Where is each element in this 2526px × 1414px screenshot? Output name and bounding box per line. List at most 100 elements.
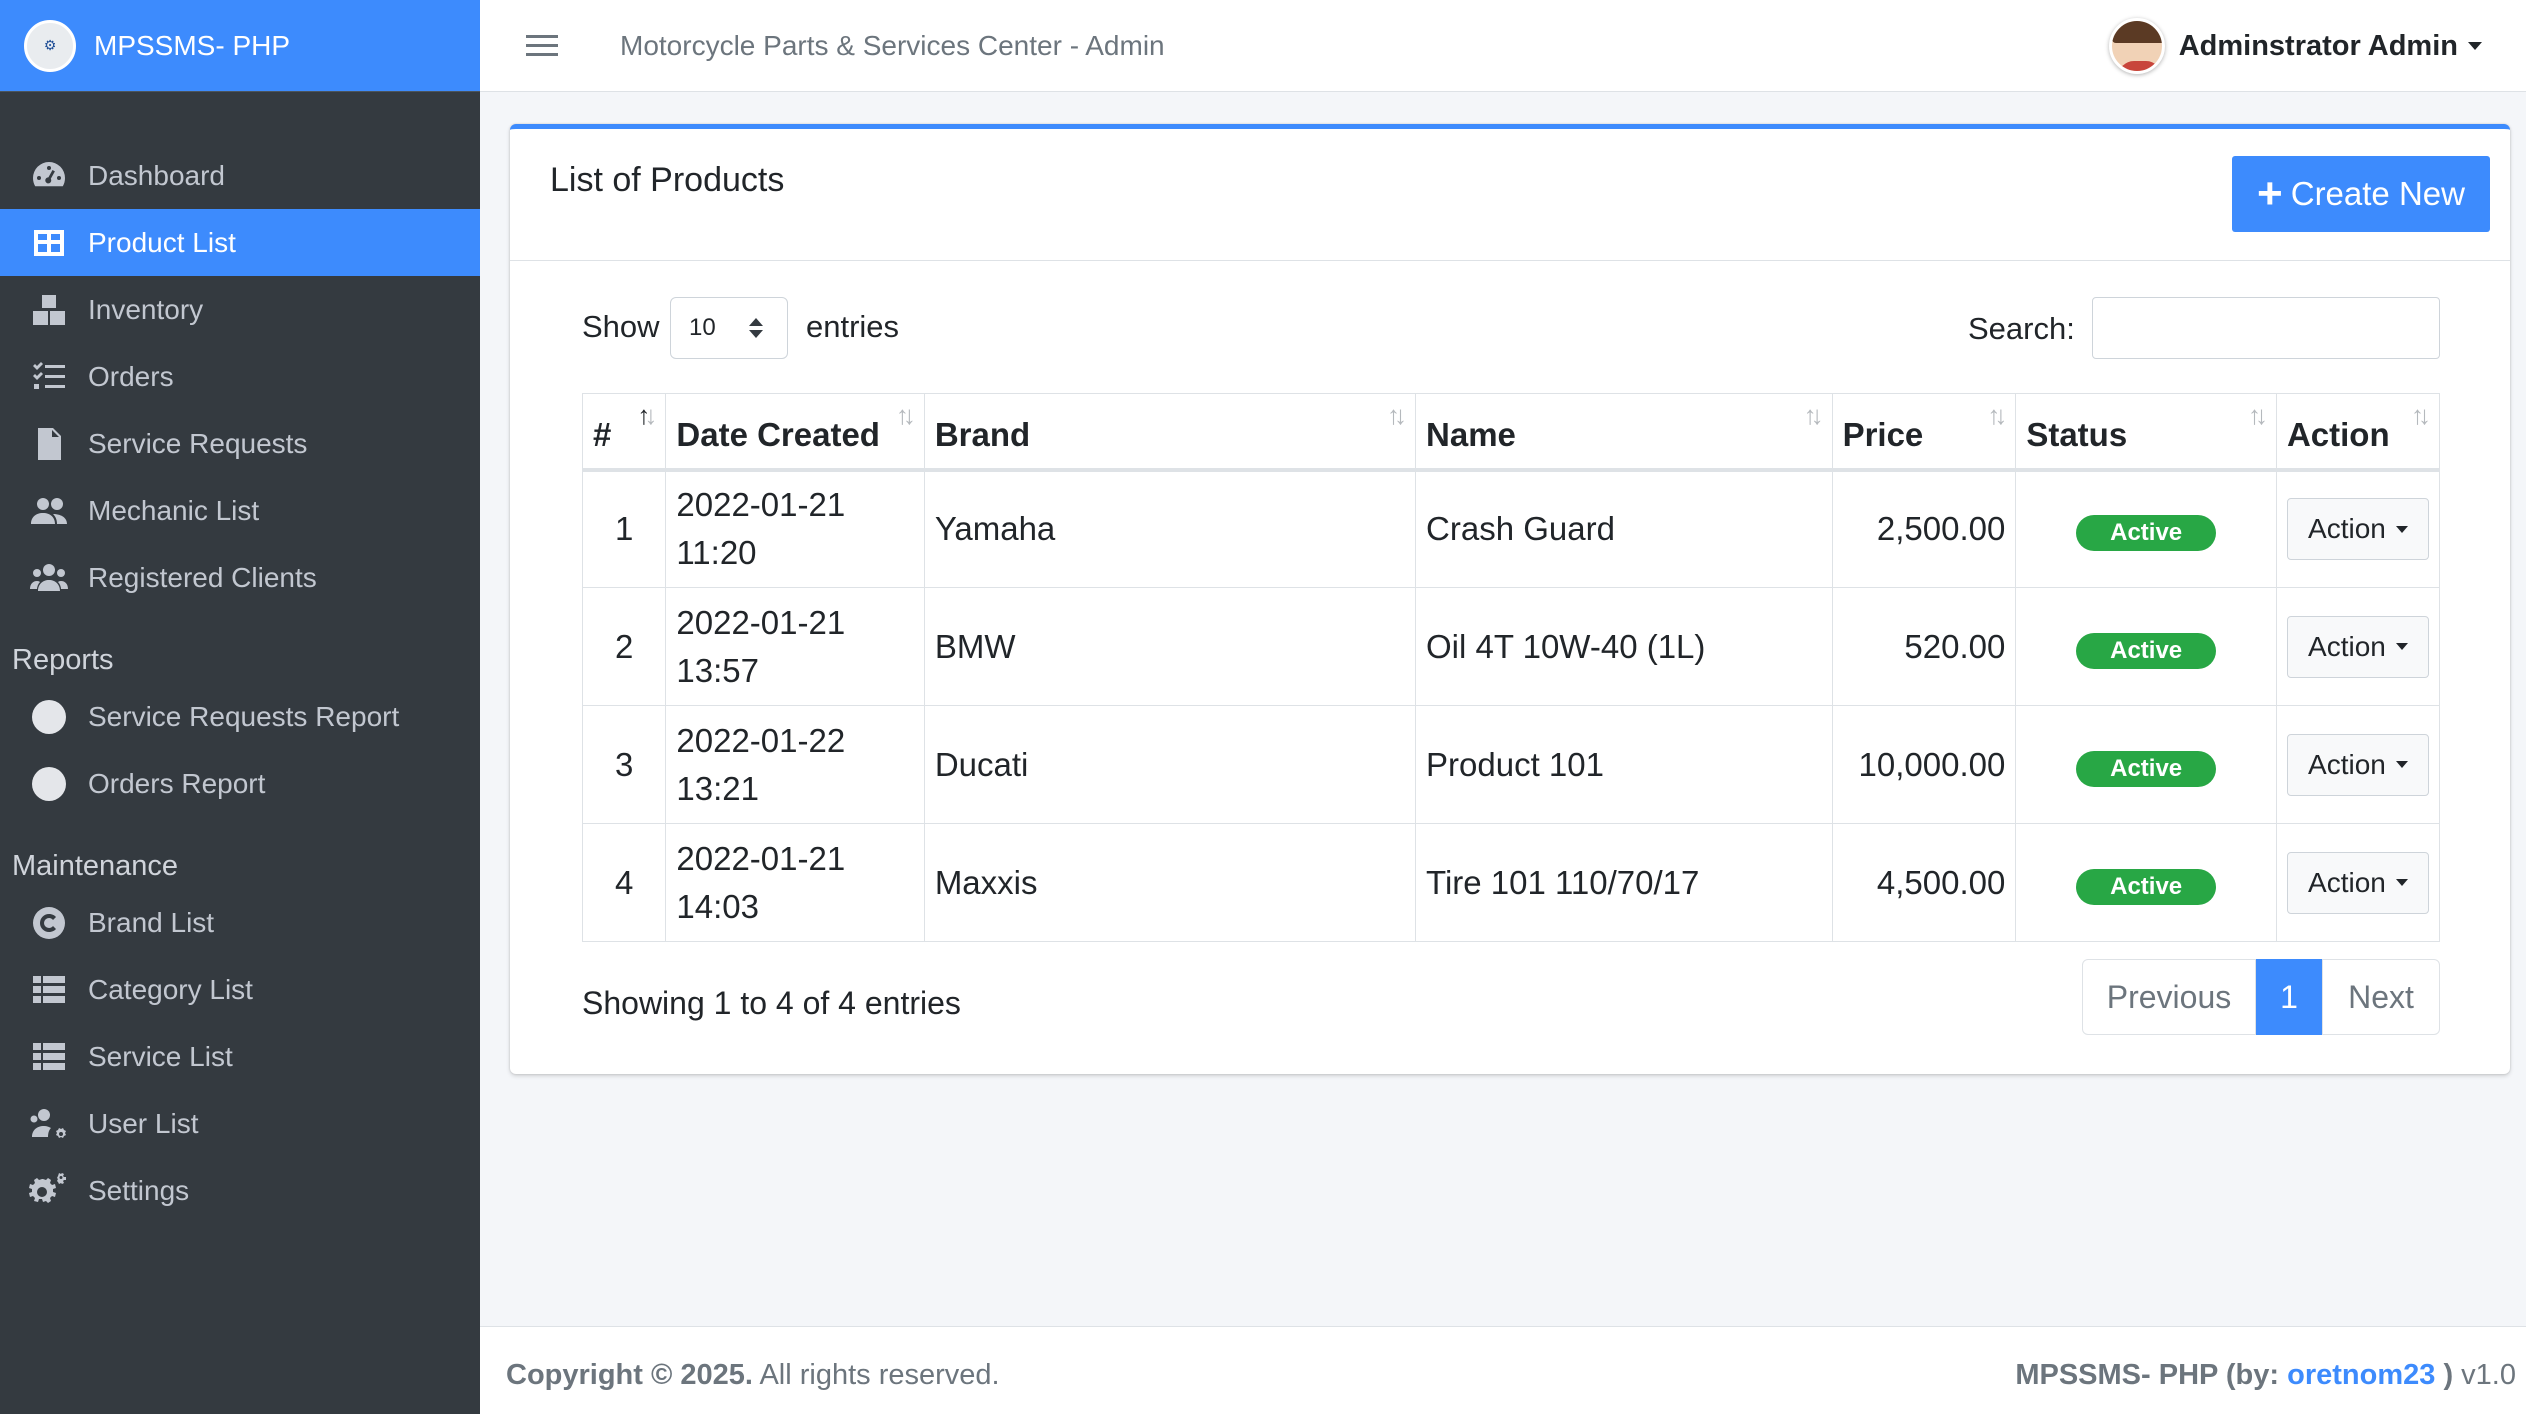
- author-link[interactable]: oretnom23: [2287, 1359, 2435, 1391]
- sidebar-item-label: Mechanic List: [88, 494, 260, 526]
- entries-select[interactable]: 10: [670, 297, 788, 359]
- nav-header-maintenance: Maintenance: [12, 850, 179, 882]
- table-icon: [28, 222, 70, 264]
- sidebar-item-settings[interactable]: Settings: [0, 1157, 480, 1224]
- copyright-icon: [28, 902, 70, 944]
- sidebar-item-service-requests[interactable]: Service Requests: [0, 410, 480, 477]
- status-badge: Active: [2076, 868, 2217, 905]
- card-title: List of Products: [550, 161, 785, 199]
- sidebar-item-product-list[interactable]: Product List: [0, 209, 480, 276]
- plus-icon: +: [2257, 169, 2283, 218]
- sidebar-item-inventory[interactable]: Inventory: [0, 276, 480, 343]
- status-badge: Active: [2076, 515, 2217, 552]
- column-header-brand[interactable]: Brand ↑↓: [923, 393, 1417, 472]
- users-icon: [28, 490, 70, 532]
- sidebar-item-label: Orders: [88, 360, 174, 392]
- name-cell: Crash Guard: [1415, 469, 1833, 588]
- caret-down-icon: [2468, 42, 2482, 50]
- brand-logo: ⚙: [24, 19, 76, 72]
- top-navbar: Motorcycle Parts & Services Center - Adm…: [480, 0, 2526, 92]
- sidebar-item-label: Settings: [88, 1174, 190, 1206]
- caret-down-icon: [2395, 643, 2408, 650]
- sidebar-item-service-requests-report[interactable]: Service Requests Report: [0, 683, 480, 750]
- list-check-icon: [28, 356, 70, 398]
- sidebar-item-label: User List: [88, 1107, 199, 1139]
- date-created: 2022-01-21 11:20: [665, 469, 925, 588]
- search-input[interactable]: [2092, 297, 2440, 359]
- products-card: List of Products + Create New Show 10 en…: [510, 124, 2510, 1074]
- action-dropdown-button[interactable]: Action: [2286, 733, 2429, 796]
- row-number: 2: [581, 587, 667, 706]
- sidebar-item-label: Brand List: [88, 906, 215, 938]
- sidebar-item-mechanic-list[interactable]: Mechanic List: [0, 477, 480, 544]
- brand-link[interactable]: ⚙ MPSSMS- PHP: [0, 0, 480, 92]
- action-dropdown-button[interactable]: Action: [2286, 615, 2429, 678]
- date-created: 2022-01-21 14:03: [665, 823, 925, 942]
- sort-icon: ↑↓: [2247, 400, 2268, 430]
- column-header-status[interactable]: Status ↑↓: [2015, 393, 2277, 472]
- sort-icon: ↑↓: [1803, 400, 1824, 430]
- copyright-text: Copyright © 2025. All rights reserved.: [506, 1359, 1000, 1391]
- action-cell: Action: [2275, 823, 2441, 942]
- show-label: Show: [582, 309, 660, 344]
- th-list-icon: [28, 1036, 70, 1078]
- price-cell: 4,500.00: [1831, 823, 2017, 942]
- avatar: [2108, 18, 2165, 74]
- sort-icon: ↑↓: [1387, 400, 1407, 430]
- circle-icon: [28, 763, 70, 805]
- status-cell: Active: [2015, 469, 2277, 588]
- brand-cell: Yamaha: [923, 469, 1417, 588]
- caret-down-icon: [2395, 879, 2408, 886]
- name-cell: Tire 101 110/70/17: [1415, 823, 1833, 942]
- create-new-button[interactable]: + Create New: [2232, 156, 2490, 232]
- column-header-date-created[interactable]: Date Created ↑↓: [665, 393, 925, 472]
- sidebar-item-label: Orders Report: [88, 767, 266, 799]
- column-header-number[interactable]: # ↑↓: [581, 393, 667, 472]
- sidebar-item-registered-clients[interactable]: Registered Clients: [0, 544, 480, 611]
- row-number: 4: [581, 823, 667, 942]
- page-title: Motorcycle Parts & Services Center - Adm…: [620, 29, 1165, 61]
- sidebar-item-category-list[interactable]: Category List: [0, 956, 480, 1023]
- column-header-price[interactable]: Price ↑↓: [1831, 393, 2017, 472]
- previous-page-button[interactable]: Previous: [2082, 959, 2256, 1035]
- action-cell: Action: [2275, 705, 2441, 824]
- next-page-button[interactable]: Next: [2322, 959, 2440, 1035]
- menu-toggle-icon[interactable]: [526, 35, 558, 56]
- page-1-button[interactable]: 1: [2256, 959, 2322, 1035]
- sort-asc-icon: ↑↓: [637, 400, 657, 430]
- create-new-label: Create New: [2290, 175, 2465, 212]
- status-cell: Active: [2015, 587, 2277, 706]
- brand-cell: BMW: [923, 587, 1417, 706]
- sidebar-item-user-list[interactable]: User List: [0, 1090, 480, 1157]
- column-header-name[interactable]: Name ↑↓: [1415, 393, 1833, 472]
- user-menu[interactable]: Adminstrator Admin: [2108, 18, 2482, 74]
- status-cell: Active: [2015, 705, 2277, 824]
- user-name: Adminstrator Admin: [2178, 29, 2458, 62]
- row-number: 3: [581, 705, 667, 824]
- dashboard-icon: [28, 155, 70, 197]
- sidebar-item-orders[interactable]: Orders: [0, 343, 480, 410]
- name-cell: Oil 4T 10W-40 (1L): [1415, 587, 1833, 706]
- table-row: 2 2022-01-21 13:57 BMW Oil 4T 10W-40 (1L)…: [581, 587, 2441, 706]
- action-cell: Action: [2275, 469, 2441, 588]
- nav-header-reports: Reports: [12, 644, 114, 676]
- pagination: Previous 1 Next: [2082, 959, 2440, 1035]
- table-row: 1 2022-01-21 11:20 Yamaha Crash Guard 2,5…: [581, 469, 2441, 588]
- table-header-row: # ↑↓ Date Created ↑↓ Brand ↑↓ Name ↑↓ Price ↑…: [581, 393, 2441, 472]
- price-cell: 2,500.00: [1831, 469, 2017, 588]
- table-row: 4 2022-01-21 14:03 Maxxis Tire 101 110/70…: [581, 823, 2441, 942]
- products-table: # ↑↓ Date Created ↑↓ Brand ↑↓ Name ↑↓ Price ↑…: [581, 393, 2441, 942]
- sidebar-item-service-list[interactable]: Service List: [0, 1023, 480, 1090]
- sort-icon: ↑↓: [895, 400, 916, 430]
- name-cell: Product 101: [1415, 705, 1833, 824]
- column-header-action[interactable]: Action ↑↓: [2275, 393, 2441, 472]
- action-cell: Action: [2275, 587, 2441, 706]
- action-dropdown-button[interactable]: Action: [2286, 851, 2429, 914]
- date-created: 2022-01-22 13:21: [665, 705, 925, 824]
- sidebar-item-dashboard[interactable]: Dashboard: [0, 142, 480, 209]
- sidebar: ⚙ MPSSMS- PHP Dashboard Product List Inv…: [0, 0, 480, 1414]
- footer: Copyright © 2025. All rights reserved. M…: [480, 1326, 2526, 1414]
- sidebar-item-orders-report[interactable]: Orders Report: [0, 750, 480, 817]
- action-dropdown-button[interactable]: Action: [2286, 498, 2429, 561]
- sidebar-item-brand-list[interactable]: Brand List: [0, 889, 480, 956]
